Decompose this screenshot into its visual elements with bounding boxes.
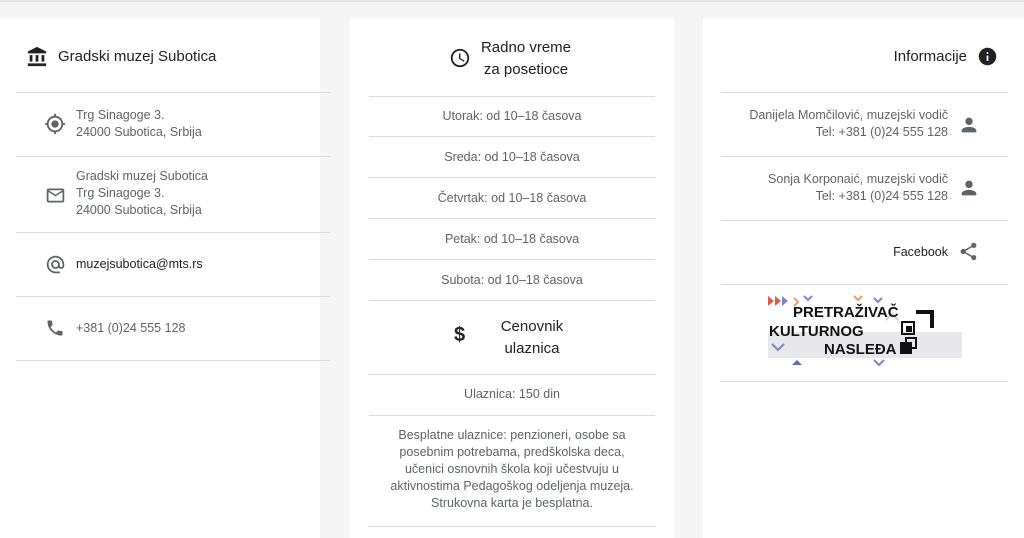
- mail-icon: [45, 185, 66, 206]
- hours-friday: Petak: od 10–18 časova: [444, 232, 580, 246]
- address-text: Trg Sinagoge 3. 24000 Subotica, Srbija: [76, 108, 202, 139]
- divider: [721, 284, 1008, 285]
- person-icon: [958, 177, 980, 199]
- free-entry-text: Besplatne ulaznice: penzioneri, osobe sa…: [390, 428, 634, 510]
- top-border: [0, 0, 1024, 2]
- divider: [369, 218, 655, 219]
- guide-2: Sonja Korponaić, muzejski vodič Tel: +38…: [768, 172, 948, 203]
- location-target-icon: [44, 113, 66, 135]
- person-icon: [958, 114, 980, 136]
- divider: [16, 232, 330, 233]
- info-title: Informacije: [893, 48, 967, 65]
- divider: [369, 415, 655, 416]
- banner-line-3: NASLEĐA: [824, 341, 897, 358]
- phone-text: +381 (0)24 555 128: [76, 321, 186, 335]
- hours-wednesday: Sreda: od 10–18 časova: [444, 150, 580, 164]
- at-sign-icon: [45, 254, 66, 275]
- divider: [369, 177, 655, 178]
- divider: [721, 92, 1008, 93]
- culture-search-banner[interactable]: PRETRAŽIVAČ KULTURNOG NASLEĐA: [766, 294, 964, 370]
- phone-icon: [45, 318, 65, 338]
- facebook-link[interactable]: Facebook: [803, 244, 948, 261]
- email-link[interactable]: muzejsubotica@mts.rs: [76, 256, 203, 273]
- clock-icon: [449, 47, 471, 69]
- divider: [16, 360, 330, 361]
- ticket-price: Ulaznica: 150 din: [464, 387, 560, 401]
- hours-thursday: Četvrtak: od 10–18 časova: [437, 191, 587, 205]
- share-icon[interactable]: [958, 241, 979, 262]
- divider: [369, 259, 655, 260]
- divider: [369, 374, 655, 375]
- hours-saturday: Subota: od 10–18 časova: [441, 273, 583, 287]
- price-title: Cenovnik ulaznica: [500, 318, 564, 357]
- divider: [369, 136, 655, 137]
- divider: [721, 220, 1008, 221]
- divider: [369, 96, 655, 97]
- hours-card: Radno vreme za posetioce Utorak: od 10–1…: [350, 18, 674, 538]
- divider: [16, 156, 330, 157]
- banner-line-1: PRETRAŽIVAČ: [793, 304, 899, 321]
- contact-card: Gradski muzej Subotica Trg Sinagoge 3. 2…: [0, 18, 330, 538]
- divider: [369, 300, 655, 301]
- museum-icon: [26, 46, 48, 68]
- hours-tuesday: Utorak: od 10–18 časova: [442, 109, 582, 123]
- divider: [721, 156, 1008, 157]
- info-icon: [977, 46, 998, 67]
- divider: [16, 296, 330, 297]
- divider: [721, 381, 1008, 382]
- divider: [16, 92, 330, 93]
- divider: [369, 526, 655, 527]
- banner-line-2: KULTURNOG: [769, 323, 864, 340]
- dollar-icon: $: [454, 324, 466, 346]
- museum-title: Gradski muzej Subotica: [58, 48, 217, 65]
- hours-title: Radno vreme za posetioce: [480, 39, 572, 78]
- guide-1: Danijela Momčilović, muzejski vodič Tel:…: [749, 108, 948, 139]
- mail-address-text: Gradski muzej Subotica Trg Sinagoge 3. 2…: [76, 169, 209, 217]
- info-card: Informacije Danijela Momčilović, muzejsk…: [703, 18, 1024, 538]
